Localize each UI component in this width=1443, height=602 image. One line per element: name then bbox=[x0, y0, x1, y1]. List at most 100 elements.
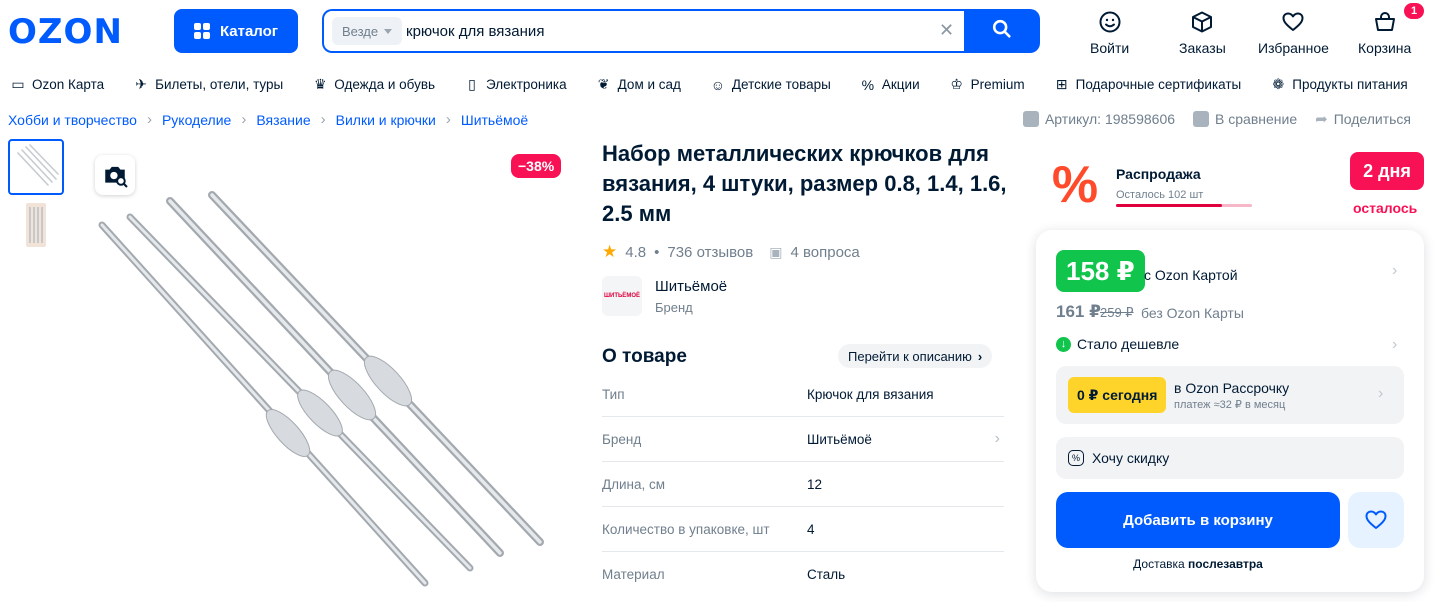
chevron-right-icon[interactable]: › bbox=[1392, 262, 1397, 280]
spec-value: 4 bbox=[807, 521, 815, 537]
sale-progress-fill bbox=[1116, 204, 1223, 207]
catalog-button[interactable]: Каталог bbox=[174, 9, 298, 53]
orders-button[interactable]: Заказы bbox=[1179, 10, 1226, 56]
search-input[interactable] bbox=[406, 21, 926, 41]
baby-icon: ☺ bbox=[710, 76, 726, 93]
box-icon bbox=[1192, 11, 1213, 33]
percent-icon: % bbox=[861, 76, 875, 93]
thumb-image bbox=[17, 144, 59, 186]
nav-label: Подарочные сертификаты bbox=[1075, 77, 1242, 92]
rating-row: ★ 4.8 • 736 отзывов ▣ 4 вопроса bbox=[602, 242, 860, 262]
article-copy[interactable]: Артикул: 198598606 bbox=[1022, 110, 1176, 128]
compare-icon bbox=[1193, 111, 1210, 127]
favorites-button[interactable]: Избранное bbox=[1258, 10, 1329, 56]
search-scope-select[interactable]: Везде bbox=[332, 17, 403, 45]
ozon-logo[interactable]: OZON bbox=[8, 12, 123, 52]
spec-key: Бренд bbox=[602, 431, 642, 447]
plant-icon: ❦ bbox=[597, 76, 610, 92]
spec-row: Количество в упаковке, шт 4 bbox=[602, 507, 1004, 552]
gallery-thumb[interactable] bbox=[8, 199, 64, 255]
discount-tag-icon: % bbox=[1068, 450, 1084, 466]
cart-label: Корзина bbox=[1358, 40, 1412, 56]
article-label: Артикул: 198598606 bbox=[1044, 111, 1176, 127]
gallery-thumb[interactable] bbox=[8, 139, 64, 195]
search-bar: Везде ✕ bbox=[322, 9, 1040, 53]
add-to-favorites-button[interactable] bbox=[1348, 492, 1404, 548]
questions-link[interactable]: 4 вопроса bbox=[790, 244, 859, 261]
chevron-right-icon: › bbox=[445, 111, 451, 128]
breadcrumb-link[interactable]: Вязание bbox=[256, 112, 310, 128]
search-icon bbox=[992, 19, 1011, 38]
spec-row: Тип Крючок для вязания bbox=[602, 372, 1004, 417]
brand-logo[interactable]: ШИТЬЁМОЁ bbox=[602, 276, 642, 316]
cart-button[interactable]: Корзина bbox=[1358, 10, 1411, 56]
nav-label: Premium bbox=[970, 77, 1025, 92]
card-icon: ▭ bbox=[11, 76, 25, 92]
chevron-right-icon: › bbox=[994, 430, 1000, 447]
star-icon: ★ bbox=[602, 242, 618, 261]
delivery-info: Доставка послезавтра bbox=[1036, 557, 1360, 571]
regular-price: 161 ₽ bbox=[1056, 302, 1101, 321]
nav-label: Одежда и обувь bbox=[334, 77, 436, 92]
nav-item-premium[interactable]: ♔ Premium bbox=[949, 76, 1025, 93]
breadcrumb-link[interactable]: Рукоделие bbox=[162, 112, 231, 128]
spec-key: Длина, см bbox=[602, 476, 666, 492]
product-image[interactable] bbox=[90, 185, 560, 595]
add-to-cart-button[interactable]: Добавить в корзину bbox=[1056, 492, 1340, 548]
nav-item-travel[interactable]: ✈ Билеты, отели, туры bbox=[133, 76, 283, 93]
nav-item-kids[interactable]: ☺ Детские товары bbox=[710, 76, 831, 93]
smile-icon bbox=[1099, 11, 1121, 33]
nav-item-promo[interactable]: % Акции bbox=[860, 76, 920, 93]
nav-item-electronics[interactable]: ▯ Электроника bbox=[464, 76, 566, 93]
installment-offer[interactable]: 0 ₽ сегодня в Ozon Рассрочку платеж ≈32 … bbox=[1056, 366, 1404, 424]
phone-icon: ▯ bbox=[468, 76, 476, 92]
spec-value: Крючок для вязания bbox=[807, 386, 934, 402]
nav-item-ozon-card[interactable]: ▭ Ozon Карта bbox=[10, 76, 104, 93]
card-price-label: с Ozon Картой bbox=[1144, 267, 1238, 283]
breadcrumb: Хобби и творчество › Рукоделие › Вязание › … bbox=[8, 111, 528, 128]
shirt-icon: ♛ bbox=[313, 76, 327, 92]
chevron-right-icon: › bbox=[1392, 336, 1398, 353]
nav-item-clothes[interactable]: ♛ Одежда и обувь bbox=[312, 76, 435, 93]
share-icon: ➦ bbox=[1315, 111, 1328, 128]
spec-row: Длина, см 12 bbox=[602, 462, 1004, 507]
breadcrumb-link[interactable]: Шитьёмоё bbox=[461, 112, 528, 128]
chevron-down-icon bbox=[384, 28, 393, 34]
breadcrumb-link[interactable]: Вилки и крючки bbox=[336, 112, 436, 128]
delivery-date: послезавтра bbox=[1188, 557, 1263, 571]
clear-icon[interactable]: ✕ bbox=[939, 20, 954, 41]
chat-icon: ▣ bbox=[769, 243, 783, 260]
breadcrumb-link[interactable]: Хобби и творчество bbox=[8, 112, 137, 128]
brand-name[interactable]: Шитьёмоё bbox=[655, 278, 727, 295]
nav-label: Продукты питания bbox=[1292, 77, 1408, 92]
nav-label: Детские товары bbox=[731, 77, 831, 92]
gift-icon: ⊞ bbox=[1055, 76, 1068, 92]
spec-row: Материал Сталь bbox=[602, 552, 1004, 597]
go-to-description-button[interactable]: Перейти к описанию › bbox=[838, 344, 993, 368]
nav-label: Дом и сад bbox=[617, 77, 681, 92]
reviews-link[interactable]: 736 отзывов bbox=[667, 244, 753, 261]
heart-icon bbox=[1365, 510, 1387, 529]
about-title: О товаре bbox=[602, 346, 687, 367]
login-button[interactable]: Войти bbox=[1090, 10, 1129, 56]
grid-icon bbox=[193, 23, 210, 39]
nav-item-food[interactable]: ❁ Продукты питания bbox=[1270, 76, 1407, 93]
price-drop-info[interactable]: ↓ Стало дешевле bbox=[1056, 336, 1179, 352]
go-to-description-label: Перейти к описанию bbox=[848, 348, 972, 364]
search-scope-label: Везде bbox=[342, 23, 379, 39]
compare-button[interactable]: В сравнение bbox=[1193, 110, 1297, 128]
share-label: Поделиться bbox=[1333, 111, 1411, 127]
nav-item-gift-cards[interactable]: ⊞ Подарочные сертификаты bbox=[1054, 76, 1242, 93]
spec-row[interactable]: Бренд Шитьёмоё › bbox=[602, 417, 1004, 462]
nav-label: Ozon Карта bbox=[32, 77, 105, 92]
share-button[interactable]: ➦ Поделиться bbox=[1315, 110, 1411, 128]
search-button[interactable] bbox=[964, 9, 1040, 49]
want-discount-button[interactable]: % Хочу скидку bbox=[1056, 437, 1404, 479]
compare-label: В сравнение bbox=[1215, 111, 1298, 127]
old-price: 259 ₽ bbox=[1100, 305, 1134, 320]
rating-value[interactable]: 4.8 bbox=[625, 244, 646, 261]
cart-icon bbox=[1374, 12, 1395, 31]
chevron-right-icon: › bbox=[241, 111, 247, 128]
nav-item-home[interactable]: ❦ Дом и сад bbox=[596, 76, 681, 93]
crown-icon: ♔ bbox=[950, 76, 963, 92]
